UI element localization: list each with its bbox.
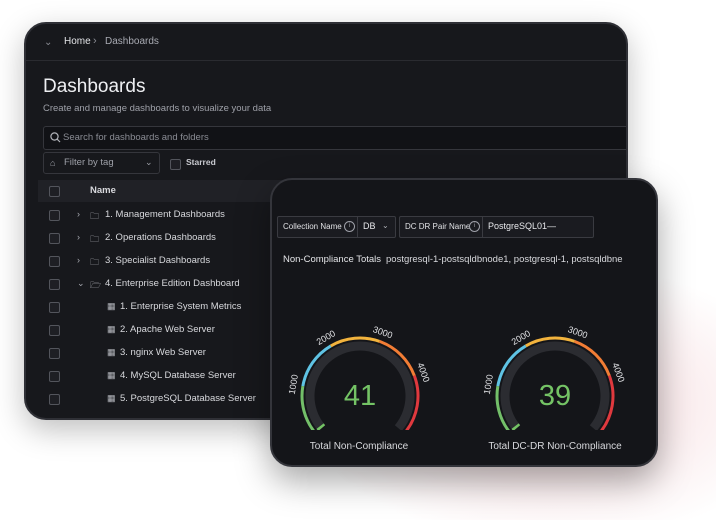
starred-label: Starred: [186, 157, 216, 167]
panel-series-names: postgresql-1-postsqldbnode1, postgresql-…: [386, 254, 623, 265]
collection-name-variable: Collection Name i DB ⌄: [277, 216, 396, 238]
info-icon[interactable]: i: [344, 221, 355, 232]
folder-icon: 🗀: [90, 234, 100, 244]
gauge-tick-label: 5211: [597, 429, 617, 430]
collapse-chevron-icon[interactable]: ⌄: [77, 278, 85, 289]
row-checkbox[interactable]: [49, 256, 60, 267]
search-placeholder: Search for dashboards and folders: [63, 132, 209, 143]
collection-name-label: Collection Name: [283, 222, 342, 231]
gauge-value: 41: [343, 380, 377, 412]
expand-chevron-icon[interactable]: ›: [77, 232, 80, 242]
dashboard-grid-icon: ▦: [107, 393, 116, 403]
search-icon: [50, 132, 61, 143]
row-checkbox[interactable]: [49, 348, 60, 359]
dc-dr-pair-variable: DC DR Pair Name i PostgreSQL01—: [399, 216, 594, 238]
gauge-total-dc-dr-non-compliance: 110002000300040005211 39: [480, 300, 630, 450]
expand-chevron-icon[interactable]: ›: [77, 255, 80, 265]
variable-divider: [482, 217, 483, 237]
folder-open-icon: 🗁: [90, 280, 102, 290]
row-label[interactable]: 4. Enterprise Edition Dashboard: [105, 278, 240, 289]
row-checkbox[interactable]: [49, 325, 60, 336]
dashboard-grid-icon: ▦: [107, 301, 116, 311]
gauge-total-non-compliance: 110002000300040005211 41: [285, 300, 435, 450]
row-checkbox[interactable]: [49, 279, 60, 290]
tag-filter-label: Filter by tag: [64, 157, 114, 168]
gauge-fill: [511, 423, 521, 432]
breadcrumb: ⌄ Home › Dashboards: [26, 24, 626, 61]
search-input[interactable]: Search for dashboards and folders: [43, 126, 626, 150]
row-label[interactable]: 2. Apache Web Server: [120, 324, 215, 335]
tag-filter-select[interactable]: ⌂ Filter by tag ⌄: [43, 152, 160, 174]
select-all-checkbox[interactable]: [49, 186, 60, 197]
breadcrumb-separator-icon: ›: [93, 35, 97, 47]
row-checkbox[interactable]: [49, 233, 60, 244]
row-label[interactable]: 2. Operations Dashboards: [105, 232, 216, 243]
row-label[interactable]: 1. Management Dashboards: [105, 209, 225, 220]
page-title: Dashboards: [43, 76, 146, 97]
row-checkbox[interactable]: [49, 302, 60, 313]
row-checkbox[interactable]: [49, 394, 60, 405]
gauge-tick-label: 3000: [372, 324, 394, 340]
breadcrumb-home[interactable]: Home: [64, 36, 91, 47]
chevron-down-icon[interactable]: ⌄: [382, 221, 389, 230]
gauge-caption: Total DC-DR Non-Compliance: [488, 441, 622, 452]
collapse-chevron-icon[interactable]: ⌄: [44, 37, 52, 48]
dashboard-grid-icon: ▦: [107, 370, 116, 380]
page-subtitle: Create and manage dashboards to visualiz…: [43, 103, 272, 114]
gauge-panel-window: Collection Name i DB ⌄ DC DR Pair Name i…: [270, 178, 658, 467]
folder-icon: 🗀: [90, 257, 100, 267]
dc-dr-pair-label: DC DR Pair Name: [405, 222, 471, 231]
starred-filter[interactable]: Starred: [170, 157, 216, 175]
panel-title: Non-Compliance Totals postgresql-1-posts…: [283, 254, 623, 265]
chevron-down-icon: ⌄: [145, 157, 153, 167]
tag-icon: ⌂: [50, 158, 56, 168]
dc-dr-pair-value[interactable]: PostgreSQL01—: [488, 221, 556, 231]
row-checkbox[interactable]: [49, 210, 60, 221]
gauge-fill: [316, 423, 326, 432]
row-label[interactable]: 4. MySQL Database Server: [120, 370, 236, 381]
row-label[interactable]: 5. PostgreSQL Database Server: [120, 393, 256, 404]
gauge-tick-label: 3000: [567, 324, 589, 340]
row-label[interactable]: 1. Enterprise System Metrics: [120, 301, 241, 312]
expand-chevron-icon[interactable]: ›: [77, 209, 80, 219]
starred-checkbox[interactable]: [170, 159, 181, 170]
gauge-caption: Total Non-Compliance: [309, 441, 409, 452]
dashboard-grid-icon: ▦: [107, 324, 116, 334]
gauge-value: 39: [538, 380, 572, 412]
row-label[interactable]: 3. Specialist Dashboards: [105, 255, 210, 266]
gauge-tick-label: 5211: [402, 429, 422, 430]
collection-name-value[interactable]: DB: [363, 221, 376, 231]
column-name-header[interactable]: Name: [90, 185, 116, 196]
panel-title-text: Non-Compliance Totals: [283, 254, 382, 265]
row-checkbox[interactable]: [49, 371, 60, 382]
folder-icon: 🗀: [90, 211, 100, 221]
dashboard-grid-icon: ▦: [107, 347, 116, 357]
row-label[interactable]: 3. nginx Web Server: [120, 347, 206, 358]
breadcrumb-current: Dashboards: [105, 36, 159, 47]
variable-divider: [357, 217, 358, 237]
info-icon[interactable]: i: [469, 221, 480, 232]
